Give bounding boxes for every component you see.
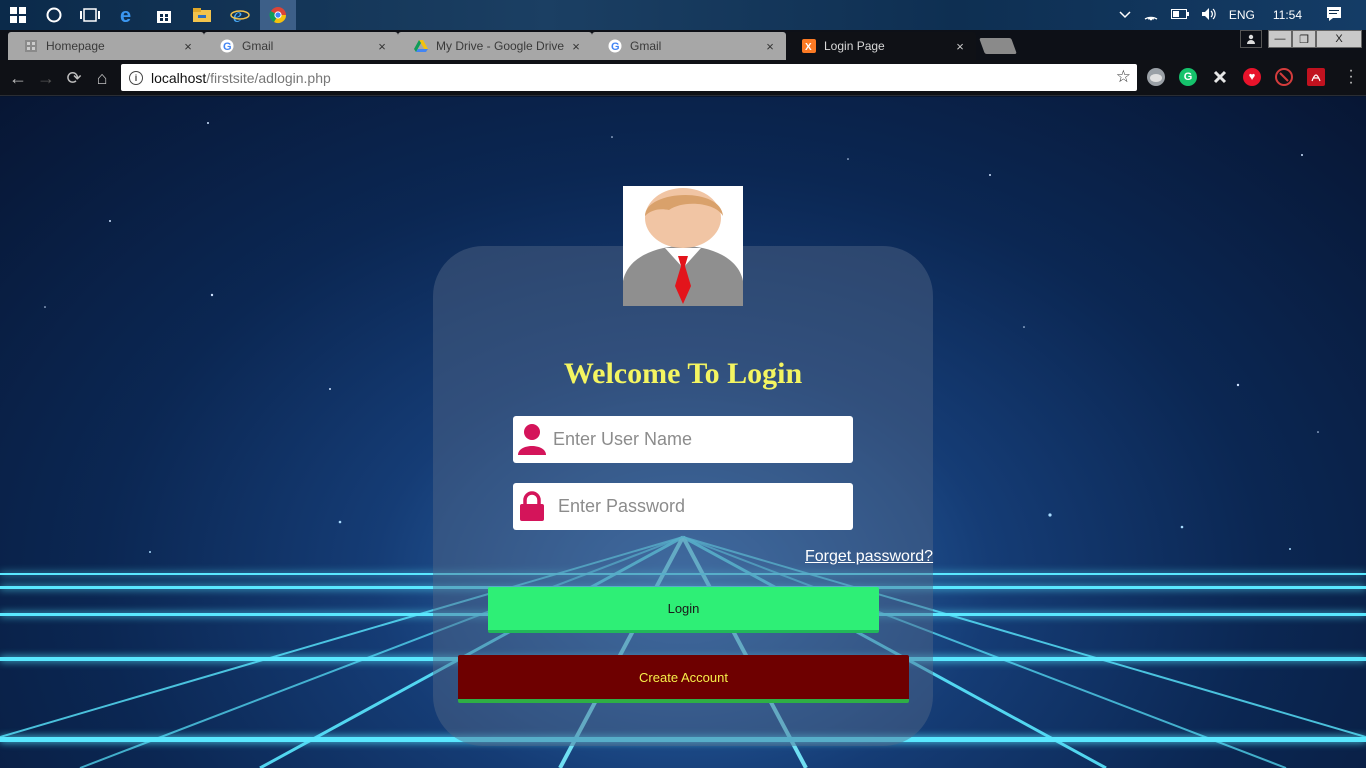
svg-text:G: G [223, 41, 232, 53]
url-path: /firstsite/adlogin.php [206, 69, 331, 86]
minimize-button[interactable]: — [1268, 30, 1292, 48]
username-field [513, 416, 853, 463]
heart-extension-icon[interactable]: ♥ [1243, 68, 1261, 86]
svg-text:X: X [805, 42, 812, 53]
window-controls: — ❐ X [1268, 30, 1362, 48]
lock-icon [517, 490, 547, 522]
tab-title: My Drive - Google Drive [436, 39, 565, 53]
svg-text:e: e [233, 5, 242, 25]
tab-homepage[interactable]: Homepage × [8, 32, 204, 60]
login-button[interactable]: Login [488, 587, 879, 633]
google-drive-icon [414, 39, 428, 53]
password-field [513, 483, 853, 530]
forget-password-link[interactable]: Forget password? [805, 548, 933, 566]
tab-login-page[interactable]: X Login Page × [786, 32, 976, 60]
extension-puzzle-icon[interactable] [1211, 68, 1229, 86]
battery-icon[interactable] [1170, 8, 1189, 22]
forward-button[interactable]: → [34, 66, 58, 90]
clock[interactable]: 11:54 [1273, 8, 1302, 22]
username-input[interactable] [553, 416, 843, 463]
tab-google-drive[interactable]: My Drive - Google Drive × [398, 32, 592, 60]
pdf-extension-icon[interactable] [1307, 68, 1325, 86]
back-button[interactable]: ← [6, 66, 30, 90]
restore-button[interactable]: ❐ [1292, 30, 1316, 48]
task-view-icon[interactable] [72, 0, 108, 30]
tab-title: Gmail [242, 39, 274, 53]
windows-taskbar: e e ENG 11:54 [0, 0, 1366, 30]
create-account-button[interactable]: Create Account [458, 655, 909, 703]
tab-close-icon[interactable]: × [762, 39, 778, 54]
browser-toolbar: ← → ⟳ ⌂ i localhost/firstsite/adlogin.ph… [0, 60, 1366, 96]
tab-title: Login Page [824, 39, 885, 53]
tab-gmail-2[interactable]: G Gmail × [592, 32, 786, 60]
language-indicator[interactable]: ENG [1229, 8, 1255, 22]
site-info-icon[interactable]: i [129, 70, 143, 85]
login-page: Welcome To Login Forget password? Login … [0, 97, 1366, 768]
svg-text:e: e [120, 5, 131, 25]
home-button[interactable]: ⌂ [90, 66, 114, 90]
tab-title: Gmail [630, 39, 662, 53]
password-input[interactable] [558, 483, 848, 530]
edge-browser-icon[interactable]: e [110, 0, 146, 30]
wifi-icon[interactable] [1143, 7, 1159, 24]
google-g-icon: G [608, 39, 622, 53]
volume-icon[interactable] [1201, 7, 1217, 24]
chrome-menu-icon[interactable]: · · · [1348, 63, 1354, 91]
close-window-button[interactable]: X [1316, 30, 1362, 48]
grammarly-icon[interactable]: G [1179, 68, 1197, 86]
cortana-icon[interactable] [36, 0, 72, 30]
svg-text:G: G [611, 41, 620, 53]
chrome-taskbar-icon[interactable] [260, 0, 296, 30]
tab-close-icon[interactable]: × [374, 39, 390, 54]
chrome-tab-strip: Homepage × G Gmail × My Drive - Google D… [0, 30, 1366, 60]
user-icon [517, 423, 547, 455]
reload-button[interactable]: ⟳ [62, 66, 86, 90]
store-icon[interactable] [146, 0, 182, 30]
page-title: Welcome To Login [563, 357, 803, 390]
page-favicon-icon [24, 39, 38, 53]
block-extension-icon[interactable] [1275, 68, 1293, 86]
address-bar[interactable]: i localhost/firstsite/adlogin.php ☆ [121, 64, 1137, 91]
tab-close-icon[interactable]: × [180, 39, 196, 54]
profile-icon[interactable] [1240, 30, 1262, 48]
action-center-icon[interactable] [1326, 6, 1342, 25]
tab-close-icon[interactable]: × [952, 39, 968, 54]
tab-title: Homepage [46, 39, 105, 53]
internet-explorer-icon[interactable]: e [222, 0, 258, 30]
new-tab-button[interactable] [979, 38, 1017, 54]
xampp-icon: X [802, 39, 816, 53]
tab-close-icon[interactable]: × [568, 39, 584, 54]
bookmark-star-icon[interactable]: ☆ [1116, 67, 1131, 87]
tab-gmail[interactable]: G Gmail × [204, 32, 398, 60]
user-avatar [623, 186, 743, 306]
google-g-icon: G [220, 39, 234, 53]
extension-cloud-icon[interactable] [1147, 68, 1165, 86]
windows-start-icon[interactable] [0, 0, 36, 30]
system-tray: ENG 11:54 [1113, 0, 1366, 30]
file-explorer-icon[interactable] [184, 0, 220, 30]
chevron-up-icon[interactable] [1119, 8, 1131, 22]
url-host: localhost [151, 69, 207, 86]
